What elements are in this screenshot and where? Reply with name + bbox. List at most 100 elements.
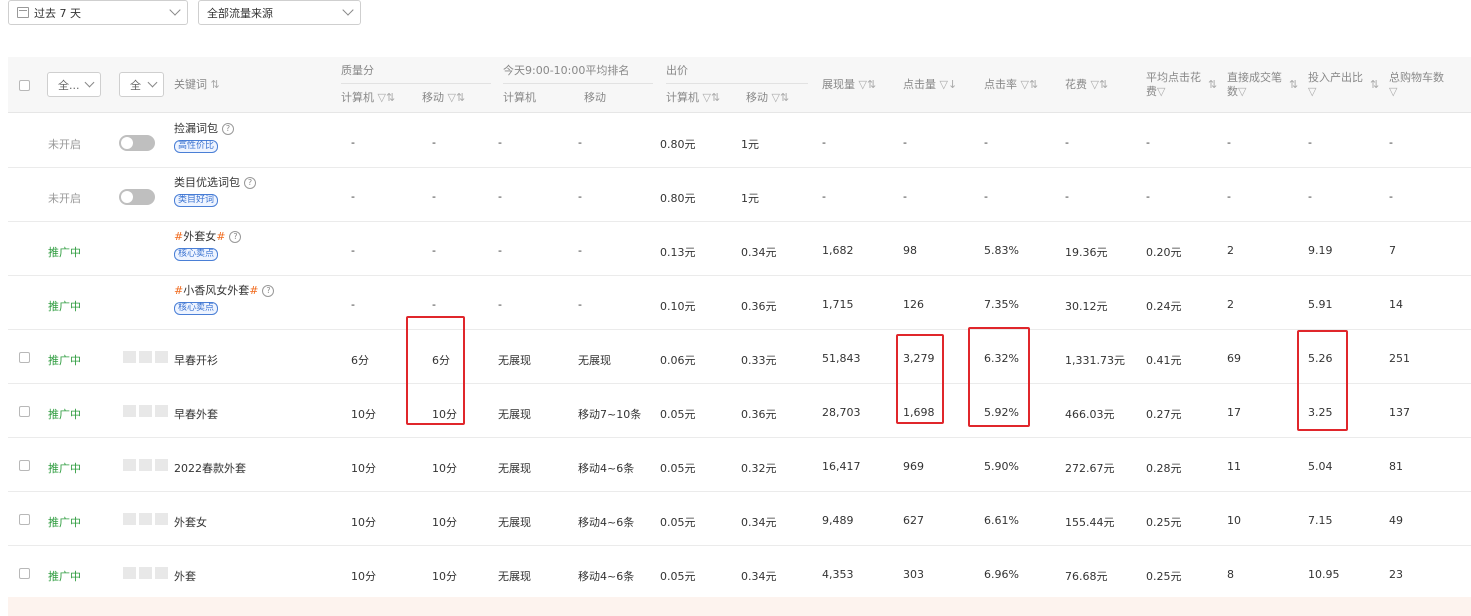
col-rank-pc: 计算机 [503, 91, 536, 104]
keyword-text[interactable]: 类目优选词包 [174, 176, 240, 189]
cell-deals: 2 [1227, 298, 1234, 311]
cell-q-mobile: 10分 [432, 570, 457, 583]
keyword-cell[interactable]: 外套 [174, 568, 196, 584]
cell-ctr: 7.35% [984, 298, 1019, 311]
col-quality-pc[interactable]: 计算机 ▽⇅ [341, 91, 395, 105]
cell-bid-mobile[interactable]: 1元 [741, 190, 759, 206]
flag-icon[interactable] [155, 405, 168, 417]
keyword-text[interactable]: 小香风女外套 [183, 284, 249, 297]
help-icon[interactable]: ? [262, 285, 275, 297]
row-checkbox[interactable] [19, 514, 30, 525]
cell-bid-mobile[interactable]: 0.36元 [741, 298, 777, 314]
flag-icon[interactable] [123, 567, 136, 579]
col-avg-cpc[interactable]: 平均点击花 费▽ [1146, 71, 1201, 99]
cell-bid-mobile[interactable]: 0.34元 [741, 514, 777, 530]
cell-q-pc: 10分 [351, 516, 376, 529]
sort-icon[interactable]: ⇅ [1289, 78, 1298, 92]
col-keyword[interactable]: 关键词 ⇅ [174, 78, 220, 92]
row-checkbox[interactable] [19, 568, 30, 579]
cell-q-pc: - [351, 136, 355, 149]
row-checkbox[interactable] [19, 460, 30, 471]
flag-icon[interactable] [123, 351, 136, 363]
cell-cpc: 0.20元 [1146, 246, 1182, 259]
help-icon[interactable]: ? [244, 177, 256, 189]
cell-impr: - [822, 190, 826, 203]
keyword-cell[interactable]: 早春开衫 [174, 352, 218, 368]
cell-rank-mobile: - [578, 298, 582, 311]
sort-icon[interactable]: ⇅ [1370, 78, 1379, 92]
row-checkbox[interactable] [19, 406, 30, 417]
cell-bid-mobile[interactable]: 0.32元 [741, 460, 777, 476]
col-ctr[interactable]: 点击率 ▽⇅ [984, 78, 1038, 92]
col-clicks[interactable]: 点击量 ▽↓ [903, 78, 957, 92]
flag-icon[interactable] [139, 567, 152, 579]
hash-mark: # [174, 284, 184, 297]
help-icon[interactable]: ? [222, 123, 234, 135]
flag-icon[interactable] [155, 459, 168, 471]
status-label: 推广中 [48, 246, 81, 259]
cell-bid-pc[interactable]: 0.05元 [660, 406, 696, 422]
keyword-cell[interactable]: 外套女 [174, 514, 207, 530]
cell-q-mobile: - [432, 136, 436, 149]
group-bid: 出价 [666, 64, 688, 77]
keyword-text[interactable]: 外套女 [183, 230, 216, 243]
cell-bid-pc[interactable]: 0.05元 [660, 514, 696, 530]
cell-roi: - [1308, 190, 1312, 203]
cell-bid-pc[interactable]: 0.05元 [660, 568, 696, 584]
cell-bid-mobile[interactable]: 0.36元 [741, 406, 777, 422]
select-all-checkbox[interactable] [19, 80, 30, 91]
date-range-select[interactable]: 过去 7 天 [8, 0, 188, 25]
cell-rank-pc: 无展现 [498, 408, 531, 421]
col-impressions[interactable]: 展现量 ▽⇅ [822, 78, 876, 92]
cell-roi: 10.95 [1308, 568, 1340, 581]
col-bid-mobile[interactable]: 移动 ▽⇅ [746, 91, 789, 105]
cell-q-pc: 10分 [351, 570, 376, 583]
type-filter-select[interactable]: 全 [119, 72, 164, 97]
traffic-source-select[interactable]: 全部流量来源 [198, 0, 361, 25]
enable-toggle[interactable] [119, 189, 155, 205]
flag-icon[interactable] [139, 459, 152, 471]
cell-bid-mobile[interactable]: 1元 [741, 136, 759, 152]
flag-icon[interactable] [123, 513, 136, 525]
date-range-value: 过去 7 天 [34, 6, 81, 20]
flag-icon[interactable] [155, 513, 168, 525]
col-cart[interactable]: 总购物车数 ▽ [1389, 71, 1444, 99]
cell-bid-mobile[interactable]: 0.33元 [741, 352, 777, 368]
cell-bid-mobile[interactable]: 0.34元 [741, 244, 777, 260]
help-icon[interactable]: ? [229, 231, 242, 243]
flag-icon[interactable] [123, 405, 136, 417]
row-checkbox[interactable] [19, 352, 30, 363]
flag-icon[interactable] [155, 351, 168, 363]
cell-bid-pc[interactable]: 0.10元 [660, 298, 696, 314]
flag-icon[interactable] [139, 405, 152, 417]
calendar-icon [17, 7, 29, 18]
flag-icon[interactable] [155, 567, 168, 579]
cell-bid-pc[interactable]: 0.06元 [660, 352, 696, 368]
keyword-text[interactable]: 捡漏词包 [174, 122, 218, 135]
col-roi[interactable]: 投入产出比 ▽ [1308, 71, 1363, 99]
cell-bid-mobile[interactable]: 0.34元 [741, 568, 777, 584]
enable-toggle[interactable] [119, 135, 155, 151]
hash-mark: # [174, 230, 184, 243]
hash-mark: # [249, 284, 259, 297]
flag-icon[interactable] [139, 513, 152, 525]
cell-bid-pc[interactable]: 0.05元 [660, 460, 696, 476]
col-direct-deals[interactable]: 直接成交笔 数▽ [1227, 71, 1282, 99]
col-quality-mobile[interactable]: 移动 ▽⇅ [422, 91, 465, 105]
cell-impr: 4,353 [822, 568, 854, 581]
keyword-cell[interactable]: 早春外套 [174, 406, 218, 422]
keyword-cell[interactable]: 2022春款外套 [174, 460, 246, 476]
cell-bid-pc[interactable]: 0.80元 [660, 136, 696, 152]
status-filter-select[interactable]: 全... [47, 72, 101, 97]
flag-icon[interactable] [123, 459, 136, 471]
flag-icon[interactable] [139, 351, 152, 363]
cell-bid-pc[interactable]: 0.13元 [660, 244, 696, 260]
cell-bid-pc[interactable]: 0.80元 [660, 190, 696, 206]
col-bid-pc[interactable]: 计算机 ▽⇅ [666, 91, 720, 105]
keyword-cell: 捡漏词包? 高性价比 [174, 120, 234, 153]
cell-cpc: - [1146, 136, 1150, 149]
cell-cpc: 0.25元 [1146, 516, 1182, 529]
sort-icon[interactable]: ⇅ [1208, 78, 1217, 92]
col-cost[interactable]: 花费 ▽⇅ [1065, 78, 1108, 92]
flag-icons [123, 351, 168, 363]
